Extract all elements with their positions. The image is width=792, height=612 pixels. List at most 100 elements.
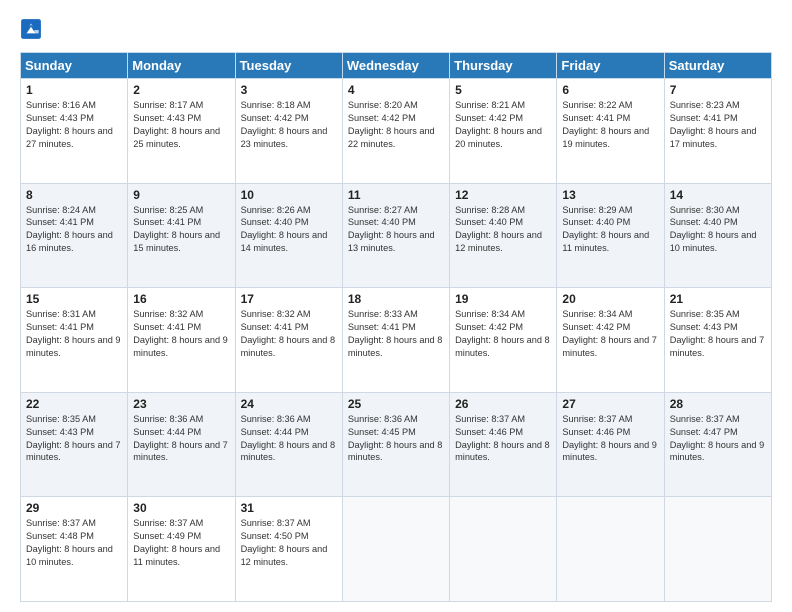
calendar-cell: 26 Sunrise: 8:37 AM Sunset: 4:46 PM Dayl… xyxy=(450,392,557,497)
cell-content: Sunrise: 8:31 AM Sunset: 4:41 PM Dayligh… xyxy=(26,308,122,360)
day-number: 1 xyxy=(26,83,122,97)
cell-content: Sunrise: 8:35 AM Sunset: 4:43 PM Dayligh… xyxy=(670,308,766,360)
week-row-5: 29 Sunrise: 8:37 AM Sunset: 4:48 PM Dayl… xyxy=(21,497,772,602)
cell-content: Sunrise: 8:37 AM Sunset: 4:49 PM Dayligh… xyxy=(133,517,229,569)
day-number: 29 xyxy=(26,501,122,515)
day-number: 2 xyxy=(133,83,229,97)
cell-content: Sunrise: 8:24 AM Sunset: 4:41 PM Dayligh… xyxy=(26,204,122,256)
day-number: 28 xyxy=(670,397,766,411)
calendar-cell: 22 Sunrise: 8:35 AM Sunset: 4:43 PM Dayl… xyxy=(21,392,128,497)
calendar-cell: 13 Sunrise: 8:29 AM Sunset: 4:40 PM Dayl… xyxy=(557,183,664,288)
cell-content: Sunrise: 8:33 AM Sunset: 4:41 PM Dayligh… xyxy=(348,308,444,360)
cell-content: Sunrise: 8:20 AM Sunset: 4:42 PM Dayligh… xyxy=(348,99,444,151)
calendar-cell xyxy=(450,497,557,602)
day-number: 13 xyxy=(562,188,658,202)
logo xyxy=(20,18,44,42)
page: SundayMondayTuesdayWednesdayThursdayFrid… xyxy=(0,0,792,612)
calendar-cell: 24 Sunrise: 8:36 AM Sunset: 4:44 PM Dayl… xyxy=(235,392,342,497)
day-number: 16 xyxy=(133,292,229,306)
calendar-cell: 1 Sunrise: 8:16 AM Sunset: 4:43 PM Dayli… xyxy=(21,79,128,184)
cell-content: Sunrise: 8:23 AM Sunset: 4:41 PM Dayligh… xyxy=(670,99,766,151)
calendar-cell: 5 Sunrise: 8:21 AM Sunset: 4:42 PM Dayli… xyxy=(450,79,557,184)
calendar-cell: 28 Sunrise: 8:37 AM Sunset: 4:47 PM Dayl… xyxy=(664,392,771,497)
calendar-cell: 25 Sunrise: 8:36 AM Sunset: 4:45 PM Dayl… xyxy=(342,392,449,497)
day-number: 10 xyxy=(241,188,337,202)
day-number: 6 xyxy=(562,83,658,97)
cell-content: Sunrise: 8:37 AM Sunset: 4:48 PM Dayligh… xyxy=(26,517,122,569)
cell-content: Sunrise: 8:37 AM Sunset: 4:46 PM Dayligh… xyxy=(562,413,658,465)
calendar-cell: 29 Sunrise: 8:37 AM Sunset: 4:48 PM Dayl… xyxy=(21,497,128,602)
header-day-friday: Friday xyxy=(557,53,664,79)
day-number: 12 xyxy=(455,188,551,202)
cell-content: Sunrise: 8:37 AM Sunset: 4:50 PM Dayligh… xyxy=(241,517,337,569)
calendar-cell: 15 Sunrise: 8:31 AM Sunset: 4:41 PM Dayl… xyxy=(21,288,128,393)
day-number: 26 xyxy=(455,397,551,411)
calendar-cell: 31 Sunrise: 8:37 AM Sunset: 4:50 PM Dayl… xyxy=(235,497,342,602)
cell-content: Sunrise: 8:32 AM Sunset: 4:41 PM Dayligh… xyxy=(241,308,337,360)
week-row-1: 1 Sunrise: 8:16 AM Sunset: 4:43 PM Dayli… xyxy=(21,79,772,184)
cell-content: Sunrise: 8:26 AM Sunset: 4:40 PM Dayligh… xyxy=(241,204,337,256)
cell-content: Sunrise: 8:32 AM Sunset: 4:41 PM Dayligh… xyxy=(133,308,229,360)
day-number: 21 xyxy=(670,292,766,306)
day-number: 22 xyxy=(26,397,122,411)
calendar-cell: 17 Sunrise: 8:32 AM Sunset: 4:41 PM Dayl… xyxy=(235,288,342,393)
calendar-cell: 3 Sunrise: 8:18 AM Sunset: 4:42 PM Dayli… xyxy=(235,79,342,184)
header-day-thursday: Thursday xyxy=(450,53,557,79)
day-number: 14 xyxy=(670,188,766,202)
cell-content: Sunrise: 8:36 AM Sunset: 4:44 PM Dayligh… xyxy=(241,413,337,465)
calendar-cell: 10 Sunrise: 8:26 AM Sunset: 4:40 PM Dayl… xyxy=(235,183,342,288)
calendar-cell xyxy=(557,497,664,602)
cell-content: Sunrise: 8:22 AM Sunset: 4:41 PM Dayligh… xyxy=(562,99,658,151)
cell-content: Sunrise: 8:21 AM Sunset: 4:42 PM Dayligh… xyxy=(455,99,551,151)
calendar-cell: 4 Sunrise: 8:20 AM Sunset: 4:42 PM Dayli… xyxy=(342,79,449,184)
day-number: 4 xyxy=(348,83,444,97)
day-number: 23 xyxy=(133,397,229,411)
calendar-cell: 19 Sunrise: 8:34 AM Sunset: 4:42 PM Dayl… xyxy=(450,288,557,393)
header-day-tuesday: Tuesday xyxy=(235,53,342,79)
cell-content: Sunrise: 8:37 AM Sunset: 4:47 PM Dayligh… xyxy=(670,413,766,465)
day-number: 20 xyxy=(562,292,658,306)
cell-content: Sunrise: 8:16 AM Sunset: 4:43 PM Dayligh… xyxy=(26,99,122,151)
calendar-cell: 23 Sunrise: 8:36 AM Sunset: 4:44 PM Dayl… xyxy=(128,392,235,497)
cell-content: Sunrise: 8:36 AM Sunset: 4:45 PM Dayligh… xyxy=(348,413,444,465)
calendar-cell: 20 Sunrise: 8:34 AM Sunset: 4:42 PM Dayl… xyxy=(557,288,664,393)
calendar-cell: 7 Sunrise: 8:23 AM Sunset: 4:41 PM Dayli… xyxy=(664,79,771,184)
day-number: 31 xyxy=(241,501,337,515)
calendar-cell: 12 Sunrise: 8:28 AM Sunset: 4:40 PM Dayl… xyxy=(450,183,557,288)
week-row-2: 8 Sunrise: 8:24 AM Sunset: 4:41 PM Dayli… xyxy=(21,183,772,288)
calendar-cell xyxy=(342,497,449,602)
day-number: 9 xyxy=(133,188,229,202)
cell-content: Sunrise: 8:28 AM Sunset: 4:40 PM Dayligh… xyxy=(455,204,551,256)
day-number: 3 xyxy=(241,83,337,97)
cell-content: Sunrise: 8:37 AM Sunset: 4:46 PM Dayligh… xyxy=(455,413,551,465)
day-number: 25 xyxy=(348,397,444,411)
day-number: 30 xyxy=(133,501,229,515)
cell-content: Sunrise: 8:36 AM Sunset: 4:44 PM Dayligh… xyxy=(133,413,229,465)
day-number: 7 xyxy=(670,83,766,97)
day-number: 17 xyxy=(241,292,337,306)
day-number: 18 xyxy=(348,292,444,306)
cell-content: Sunrise: 8:18 AM Sunset: 4:42 PM Dayligh… xyxy=(241,99,337,151)
header-day-monday: Monday xyxy=(128,53,235,79)
cell-content: Sunrise: 8:29 AM Sunset: 4:40 PM Dayligh… xyxy=(562,204,658,256)
day-number: 19 xyxy=(455,292,551,306)
cell-content: Sunrise: 8:34 AM Sunset: 4:42 PM Dayligh… xyxy=(455,308,551,360)
header-day-saturday: Saturday xyxy=(664,53,771,79)
header xyxy=(20,18,772,42)
calendar-cell: 21 Sunrise: 8:35 AM Sunset: 4:43 PM Dayl… xyxy=(664,288,771,393)
calendar-cell: 30 Sunrise: 8:37 AM Sunset: 4:49 PM Dayl… xyxy=(128,497,235,602)
cell-content: Sunrise: 8:34 AM Sunset: 4:42 PM Dayligh… xyxy=(562,308,658,360)
header-day-sunday: Sunday xyxy=(21,53,128,79)
calendar-cell: 18 Sunrise: 8:33 AM Sunset: 4:41 PM Dayl… xyxy=(342,288,449,393)
cell-content: Sunrise: 8:25 AM Sunset: 4:41 PM Dayligh… xyxy=(133,204,229,256)
calendar-cell: 6 Sunrise: 8:22 AM Sunset: 4:41 PM Dayli… xyxy=(557,79,664,184)
calendar-cell: 9 Sunrise: 8:25 AM Sunset: 4:41 PM Dayli… xyxy=(128,183,235,288)
calendar-cell: 8 Sunrise: 8:24 AM Sunset: 4:41 PM Dayli… xyxy=(21,183,128,288)
day-number: 15 xyxy=(26,292,122,306)
cell-content: Sunrise: 8:17 AM Sunset: 4:43 PM Dayligh… xyxy=(133,99,229,151)
cell-content: Sunrise: 8:35 AM Sunset: 4:43 PM Dayligh… xyxy=(26,413,122,465)
day-number: 27 xyxy=(562,397,658,411)
calendar-cell: 14 Sunrise: 8:30 AM Sunset: 4:40 PM Dayl… xyxy=(664,183,771,288)
day-number: 24 xyxy=(241,397,337,411)
logo-icon xyxy=(20,18,42,40)
